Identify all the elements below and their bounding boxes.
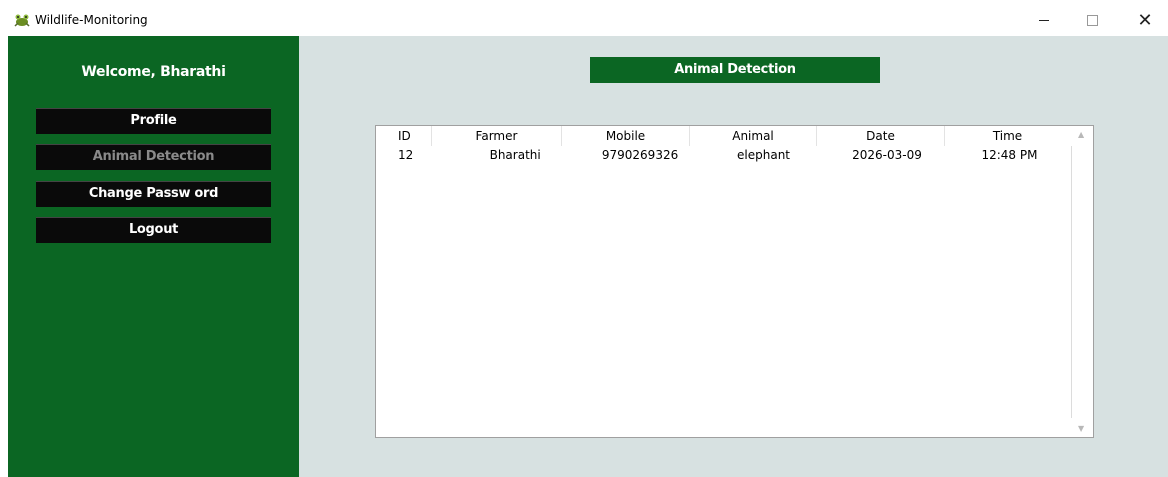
main-panel: Animal Detection ID Farmer Mobile Animal…: [299, 36, 1168, 477]
column-header-id[interactable]: ID: [376, 126, 432, 146]
profile-button[interactable]: Profile: [36, 108, 271, 134]
chevron-up-icon[interactable]: ▲: [1078, 130, 1084, 139]
cell-animal: elephant: [737, 148, 791, 162]
close-button[interactable]: ✕: [1122, 5, 1168, 36]
minimize-button[interactable]: [1021, 5, 1067, 36]
table-header: ID Farmer Mobile Animal Date Time: [376, 126, 1070, 146]
animal-detection-button[interactable]: Animal Detection: [36, 144, 271, 170]
welcome-label: Welcome, Bharathi: [81, 64, 226, 80]
column-header-date[interactable]: Date: [817, 126, 945, 146]
window-title: Wildlife-Monitoring: [35, 13, 148, 27]
cell-mobile: 9790269326: [601, 148, 679, 162]
app-window: Wildlife-Monitoring ✕ Welcome, Bharathi …: [8, 5, 1168, 477]
cell-id: 12: [398, 148, 414, 162]
cell-time: 12:48 PM: [981, 148, 1038, 162]
minimize-icon: [1039, 20, 1049, 21]
sidebar: Welcome, Bharathi Profile Animal Detecti…: [8, 36, 299, 477]
title-bar[interactable]: Wildlife-Monitoring ✕: [8, 5, 1168, 36]
table-row[interactable]: 12 Bharathi 9790269326 elephant 2026-03-…: [376, 146, 1070, 164]
cell-date: 2026-03-09: [852, 148, 922, 162]
logout-button[interactable]: Logout: [36, 217, 271, 243]
maximize-button[interactable]: [1069, 5, 1115, 36]
scrollbar-track: [1071, 146, 1072, 418]
maximize-icon: [1086, 15, 1098, 26]
column-header-time[interactable]: Time: [945, 126, 1070, 146]
change-password-button[interactable]: Change Passw ord: [36, 181, 271, 207]
column-header-animal[interactable]: Animal: [690, 126, 817, 146]
page-title: Animal Detection: [590, 57, 880, 83]
chevron-down-icon[interactable]: ▼: [1078, 424, 1084, 433]
detections-table[interactable]: ID Farmer Mobile Animal Date Time 12 Bha…: [375, 125, 1094, 438]
cell-farmer: Bharathi: [489, 148, 541, 162]
vertical-scrollbar[interactable]: ▲ ▼: [1071, 126, 1093, 437]
column-header-mobile[interactable]: Mobile: [562, 126, 690, 146]
close-icon: ✕: [1137, 9, 1153, 31]
app-icon: [14, 14, 30, 27]
column-header-farmer[interactable]: Farmer: [432, 126, 562, 146]
